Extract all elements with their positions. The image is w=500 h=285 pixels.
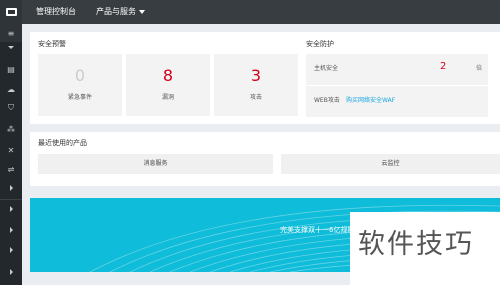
host-security-row[interactable]: 主机安全 2 倍 xyxy=(306,54,488,85)
sidebar: ≡ ▤ ☁ ⛉ ⁂ ✕ ⇌ xyxy=(0,24,22,285)
stat-value: 3 xyxy=(250,66,262,85)
host-security-label: 主机安全 xyxy=(314,65,339,72)
products-menu[interactable]: 产品与服务 xyxy=(96,6,145,18)
stat-label: 漏洞 xyxy=(161,94,174,101)
arrow-right-icon[interactable] xyxy=(0,241,22,259)
buy-waf-link[interactable]: 购买网络安全WAF xyxy=(346,97,395,105)
host-security-unit: 倍 xyxy=(476,65,483,72)
stat-label: 攻击 xyxy=(249,94,262,101)
arrow-right-icon[interactable] xyxy=(0,263,22,281)
arrow-right-icon[interactable] xyxy=(0,200,22,218)
product-cloud-monitor[interactable]: 云监控 xyxy=(281,154,500,174)
stat-value: 0 xyxy=(74,66,86,85)
stat-card-emergency[interactable]: 0 紧急事件 xyxy=(38,54,122,116)
web-attack-label: WEB攻击 xyxy=(314,97,340,104)
list-icon[interactable]: ▤ xyxy=(0,60,22,78)
stat-card-vulnerability[interactable]: 8 漏洞 xyxy=(126,54,210,116)
watermark-text: 软件技巧 xyxy=(358,229,474,260)
recent-products-title: 最近使用的产品 xyxy=(38,139,87,147)
products-menu-label: 产品与服务 xyxy=(96,7,136,16)
tools-icon[interactable]: ✕ xyxy=(0,141,22,159)
arrow-right-icon[interactable] xyxy=(0,221,22,239)
arrow-right-icon[interactable] xyxy=(0,179,22,197)
stat-label: 紧急事件 xyxy=(67,94,92,101)
logo-icon xyxy=(5,8,17,16)
stat-value: 8 xyxy=(162,66,174,85)
stat-card-attack[interactable]: 3 攻击 xyxy=(214,54,298,116)
cdn-icon[interactable]: ⇌ xyxy=(0,160,22,178)
host-security-value: 2 xyxy=(440,61,447,72)
security-alerts-title: 安全预警 xyxy=(38,40,66,48)
chevron-down-icon[interactable] xyxy=(0,38,22,56)
product-message-service[interactable]: 消息服务 xyxy=(38,154,273,174)
shield-icon[interactable]: ⛉ xyxy=(0,99,22,117)
top-navbar: 管理控制台 产品与服务 xyxy=(0,0,500,24)
security-defense-title: 安全防护 xyxy=(306,40,334,48)
aliyun-logo[interactable] xyxy=(0,0,22,24)
web-attack-row: WEB攻击 购买网络安全WAF xyxy=(306,86,488,117)
console-link[interactable]: 管理控制台 xyxy=(36,6,76,18)
banner-text: 完美支撑双十一6亿规模 xyxy=(280,226,355,234)
cloud-icon[interactable]: ☁ xyxy=(0,80,22,98)
network-icon[interactable]: ⁂ xyxy=(0,120,22,138)
chevron-down-icon xyxy=(139,10,145,14)
